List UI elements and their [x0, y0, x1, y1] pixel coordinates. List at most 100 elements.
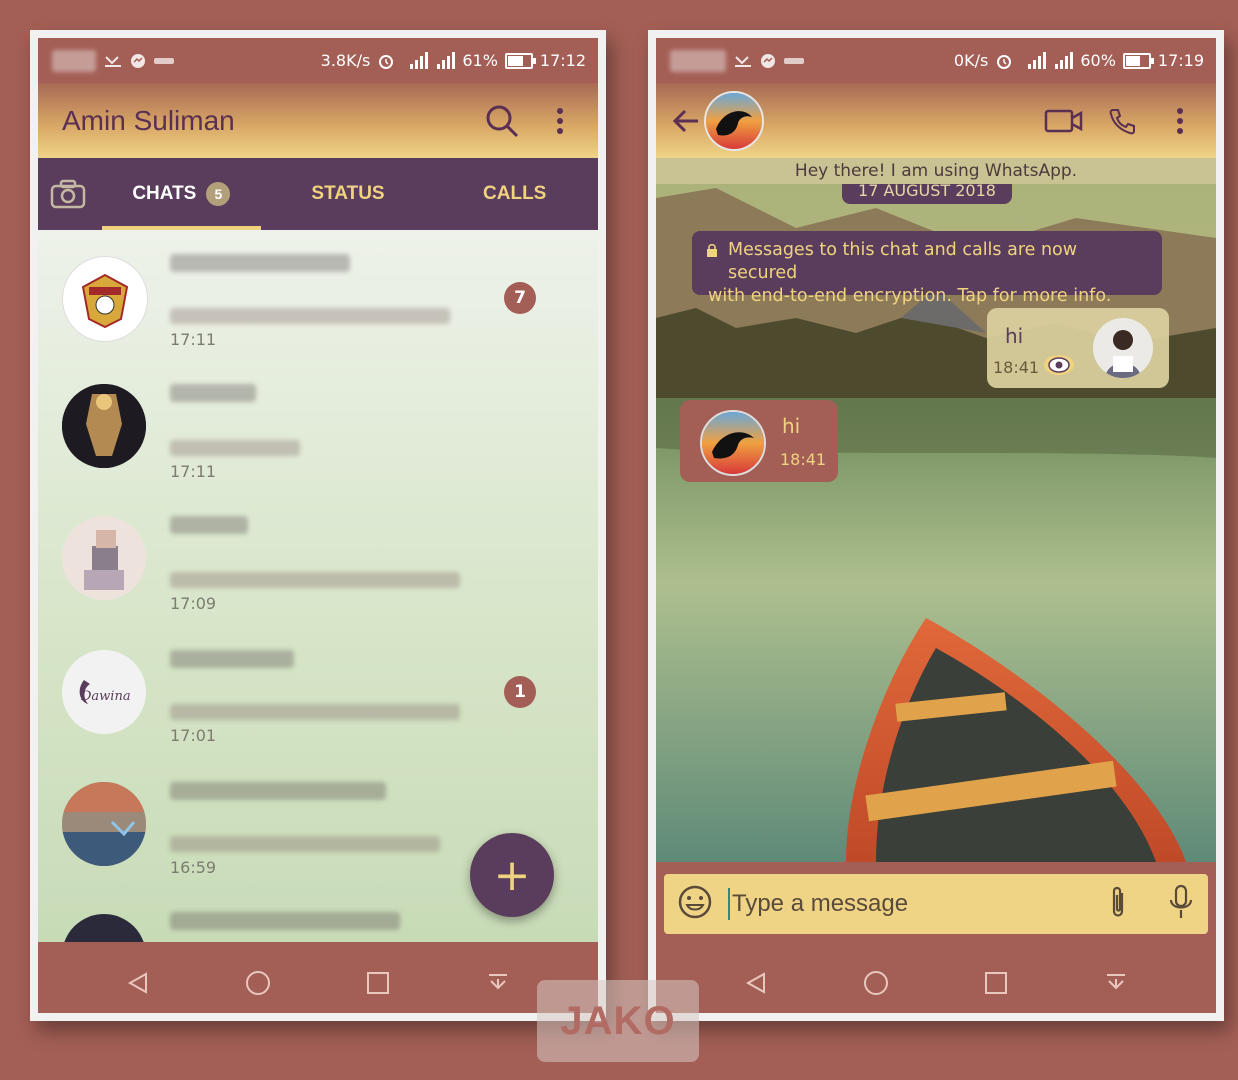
encryption-line-1: Messages to this chat and calls are now …	[728, 240, 1078, 283]
signal-4g-icon	[1028, 51, 1047, 69]
voice-record-button[interactable]	[1168, 884, 1194, 924]
blurred-notification-icon	[52, 49, 96, 72]
sender-avatar	[1093, 318, 1153, 378]
alarm-icon	[997, 54, 1012, 69]
video-call-button[interactable]	[1044, 101, 1084, 141]
chat-row[interactable]: 17:11 7	[38, 234, 598, 366]
chat-row[interactable]: Dawina 17:01 1	[38, 630, 598, 762]
avatar	[62, 516, 146, 600]
dolphin-sunset-icon	[702, 412, 764, 474]
emoji-button[interactable]	[678, 885, 712, 923]
messenger-icon	[131, 53, 145, 68]
tab-calls[interactable]: CALLS	[431, 158, 598, 230]
status-right: 3.8K/s 61% 17:12	[321, 51, 586, 70]
outgoing-message[interactable]: hi 18:41	[987, 308, 1169, 388]
chat-time: 17:09	[170, 594, 217, 613]
chat-name-blurred	[170, 516, 248, 534]
conversation-header	[656, 83, 1216, 158]
encryption-line-2: with end-to-end encryption. Tap for more…	[708, 286, 1112, 306]
contact-avatar[interactable]	[704, 90, 764, 151]
voice-call-button[interactable]	[1102, 101, 1142, 141]
system-nav-bar	[656, 953, 1216, 1013]
chat-preview-blurred	[170, 308, 450, 324]
chat-preview-blurred	[170, 572, 460, 588]
chat-time: 17:11	[170, 462, 217, 481]
nav-notifications-button[interactable]	[1096, 963, 1136, 1003]
avatar: Dawina	[62, 650, 146, 734]
tab-calls-label: CALLS	[483, 183, 547, 204]
dolphin-sunset-icon	[706, 92, 762, 149]
svg-text:Dawina: Dawina	[80, 689, 131, 704]
chat-row[interactable]: 17:09	[38, 498, 598, 630]
tab-bar: CHATS 5 STATUS CALLS	[38, 158, 598, 230]
avatar	[62, 256, 148, 342]
message-time: 18:41	[780, 450, 827, 469]
battery-icon	[504, 52, 536, 69]
avatar	[62, 914, 146, 942]
arrow-left-icon	[672, 109, 698, 132]
overflow-menu-button[interactable]	[540, 101, 580, 141]
nav-home-button[interactable]	[238, 963, 278, 1003]
nav-back-button[interactable]	[118, 963, 158, 1003]
chat-name-blurred	[170, 912, 400, 930]
back-triangle-icon	[745, 972, 765, 994]
tab-chats-label: CHATS	[132, 183, 197, 204]
more-vert-icon	[557, 107, 563, 134]
status-bar: 3.8K/s 61% 17:12	[38, 38, 598, 83]
message-composer: Type a message	[664, 874, 1208, 934]
nav-back-button[interactable]	[736, 963, 776, 1003]
back-button[interactable]	[666, 101, 706, 141]
message-text: hi	[1005, 324, 1024, 348]
phone-conversation: 0K/s 60% 17:19 Hey there! I am using Wha…	[648, 30, 1224, 1021]
nav-recents-button[interactable]	[976, 963, 1016, 1003]
camera-icon	[50, 179, 86, 209]
chat-name-blurred	[170, 782, 386, 800]
status-right: 0K/s 60% 17:19	[954, 51, 1204, 70]
chat-time: 17:01	[170, 726, 217, 745]
attach-button[interactable]	[1108, 885, 1128, 923]
network-speed: 0K/s	[953, 51, 989, 70]
pixelated-photo-icon	[62, 516, 146, 600]
tab-status[interactable]: STATUS	[265, 158, 432, 230]
nav-recents-button[interactable]	[358, 963, 398, 1003]
signal-icon	[437, 51, 456, 69]
contact-about: Hey there! I am using WhatsApp.	[656, 158, 1216, 184]
chat-name-blurred	[170, 650, 294, 668]
battery-percent: 60%	[1080, 51, 1116, 70]
overflow-menu-button[interactable]	[1160, 101, 1200, 141]
eye-read-icon	[1044, 355, 1074, 375]
message-input[interactable]: Type a message	[728, 888, 1108, 920]
chat-preview-blurred	[170, 704, 460, 720]
nav-notifications-button[interactable]	[478, 963, 518, 1003]
encryption-notice[interactable]: Messages to this chat and calls are now …	[692, 231, 1162, 306]
new-chat-fab[interactable]: +	[470, 833, 554, 917]
pull-down-icon	[1107, 974, 1125, 990]
paperclip-icon	[1112, 886, 1124, 917]
signal-4g-icon	[410, 51, 429, 69]
home-circle-icon	[864, 971, 888, 995]
phone-icon	[1109, 108, 1135, 134]
blurred-notification-icon	[670, 49, 726, 72]
home-circle-icon	[246, 971, 270, 995]
search-button[interactable]	[482, 101, 522, 141]
tab-chats[interactable]: CHATS 5	[98, 158, 265, 230]
battery-icon	[1122, 52, 1154, 69]
avatar	[62, 782, 146, 866]
nav-home-button[interactable]	[856, 963, 896, 1003]
tab-camera[interactable]	[38, 158, 98, 230]
watermark: JAKO	[537, 980, 699, 1062]
chats-unread-badge: 5	[206, 182, 231, 206]
avatar	[62, 384, 146, 468]
more-vert-icon	[1177, 107, 1183, 134]
app-header: Amin Suliman	[38, 83, 598, 158]
clock: 17:12	[539, 51, 586, 70]
chat-row[interactable]: 17:11	[38, 366, 598, 498]
battery-percent: 61%	[462, 51, 498, 70]
incoming-message[interactable]: hi 18:41	[680, 400, 838, 482]
chat-name-blurred	[170, 384, 256, 402]
alarm-icon	[379, 54, 394, 69]
unread-badge: 1	[504, 676, 536, 708]
person-photo-icon	[1093, 318, 1153, 378]
microphone-icon	[1169, 884, 1193, 918]
unread-badge: 7	[504, 282, 536, 314]
